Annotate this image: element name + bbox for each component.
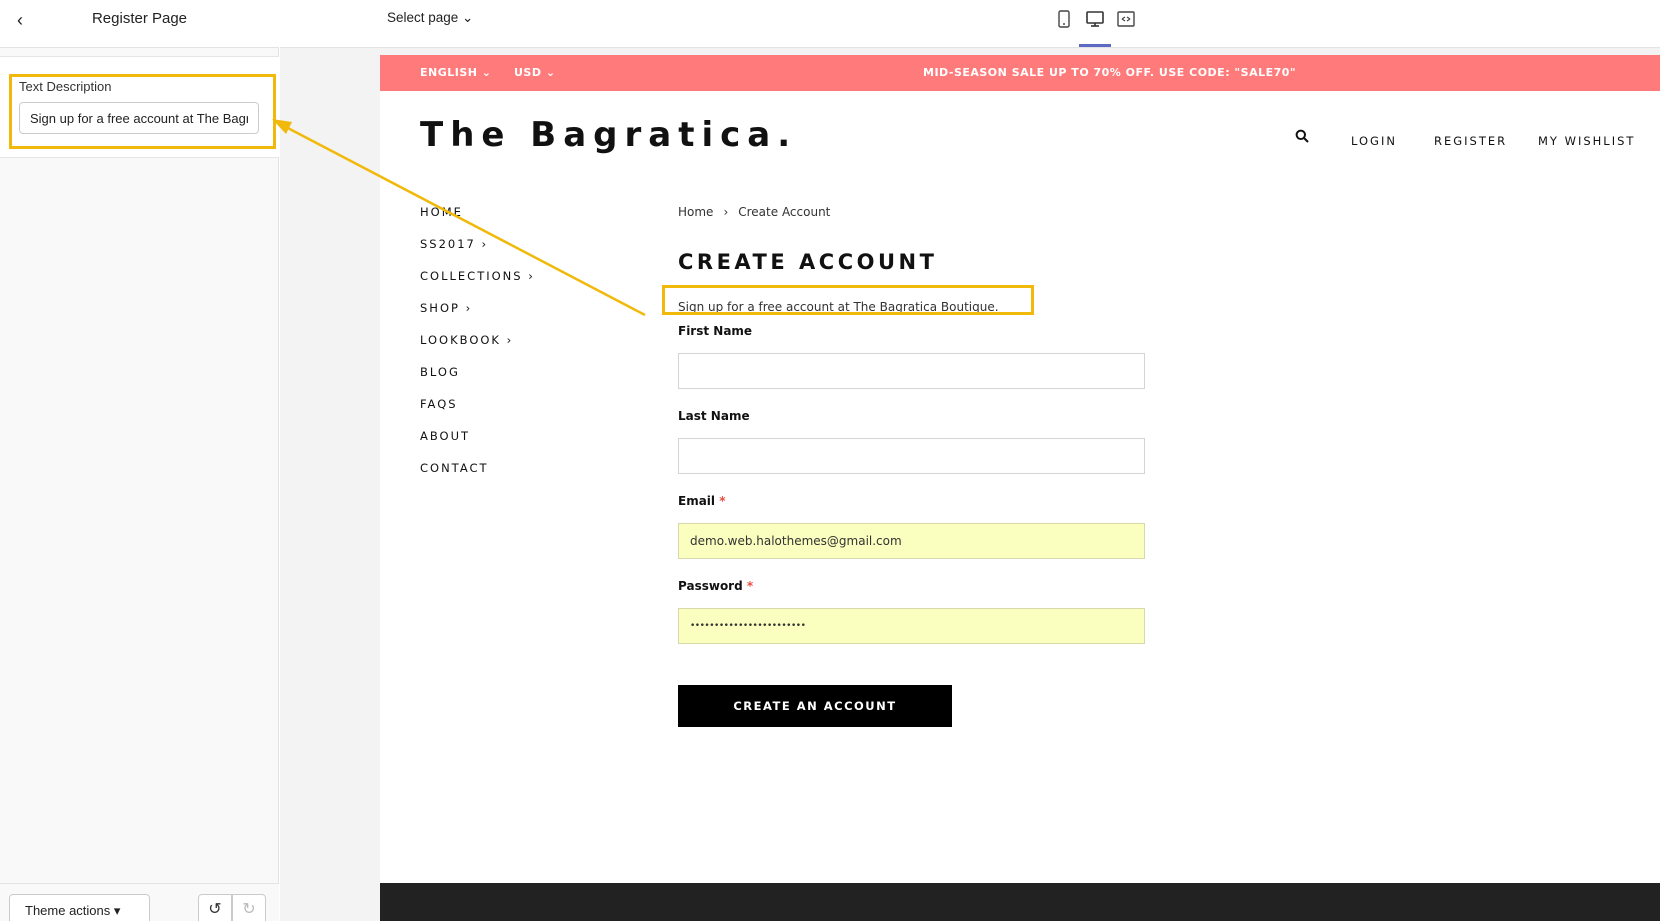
- fullscreen-icon[interactable]: [1115, 10, 1137, 32]
- active-device-indicator: [1079, 44, 1111, 47]
- theme-actions-button[interactable]: Theme actions ▾: [9, 894, 150, 921]
- password-field[interactable]: ••••••••••••••••••••••••: [678, 608, 1145, 644]
- search-icon[interactable]: [1295, 129, 1309, 148]
- breadcrumb-home[interactable]: Home: [678, 205, 713, 219]
- email-label: Email *: [678, 494, 726, 508]
- nav-item-home[interactable]: HOME: [420, 205, 463, 219]
- text-description-label: Text Description: [19, 79, 112, 94]
- breadcrumb: Home › Create Account: [678, 205, 830, 219]
- text-description-input[interactable]: [19, 102, 259, 134]
- announcement-message: MID-SEASON SALE UP TO 70% OFF. USE CODE:…: [923, 66, 1297, 79]
- sidebar-title: Register Page: [91, 10, 188, 27]
- undo-icon[interactable]: ↺: [198, 894, 232, 921]
- sidebar-header: ‹ Register Page: [0, 0, 279, 48]
- nav-item-faqs[interactable]: FAQS: [420, 397, 458, 411]
- nav-item-blog[interactable]: BLOG: [420, 365, 460, 379]
- password-label: Password *: [678, 579, 753, 593]
- login-link[interactable]: LOGIN: [1351, 134, 1397, 148]
- last-name-label: Last Name: [678, 409, 750, 423]
- create-account-button[interactable]: CREATE AN ACCOUNT: [678, 685, 952, 727]
- announcement-bar: ENGLISH ⌄ USD ⌄ MID-SEASON SALE UP TO 70…: [380, 55, 1660, 91]
- breadcrumb-current: Create Account: [738, 205, 831, 219]
- page-description: Sign up for a free account at The Bagrat…: [678, 300, 999, 314]
- store-logo[interactable]: The Bagratica.: [420, 115, 797, 155]
- register-link[interactable]: REGISTER: [1434, 134, 1507, 148]
- nav-item-lookbook[interactable]: LOOKBOOK ›: [420, 333, 513, 347]
- editor-topbar: Select page ⌄: [280, 0, 1660, 48]
- desktop-icon[interactable]: [1084, 10, 1106, 32]
- store-preview: ENGLISH ⌄ USD ⌄ MID-SEASON SALE UP TO 70…: [380, 55, 1660, 921]
- nav-item-ss2017[interactable]: SS2017 ›: [420, 237, 488, 251]
- wishlist-link[interactable]: MY WISHLIST: [1538, 134, 1635, 148]
- nav-item-contact[interactable]: CONTACT: [420, 461, 489, 475]
- redo-icon[interactable]: ↻: [232, 894, 266, 921]
- select-page-dropdown[interactable]: Select page ⌄: [387, 10, 473, 26]
- nav-item-collections[interactable]: COLLECTIONS ›: [420, 269, 535, 283]
- language-selector[interactable]: ENGLISH ⌄: [420, 66, 492, 79]
- nav-item-about[interactable]: ABOUT: [420, 429, 470, 443]
- editor-sidebar: ‹ Register Page Text Description Theme a…: [0, 0, 279, 921]
- email-label-text: Email: [678, 494, 716, 508]
- page-title: CREATE ACCOUNT: [678, 250, 938, 274]
- password-label-text: Password: [678, 579, 743, 593]
- first-name-field[interactable]: [678, 353, 1145, 389]
- text-description-section: Text Description: [0, 56, 279, 158]
- last-name-field[interactable]: [678, 438, 1145, 474]
- mobile-icon[interactable]: [1053, 10, 1075, 32]
- currency-selector[interactable]: USD ⌄: [514, 66, 556, 79]
- required-mark: *: [719, 494, 726, 508]
- required-mark: *: [746, 579, 754, 593]
- sidebar-footer: Theme actions ▾ ↺ ↻: [0, 883, 279, 921]
- nav-item-shop[interactable]: SHOP ›: [420, 301, 472, 315]
- breadcrumb-separator: ›: [723, 205, 729, 219]
- first-name-label: First Name: [678, 324, 753, 338]
- store-footer: [380, 883, 1660, 921]
- email-field[interactable]: demo.web.halothemes@gmail.com: [678, 523, 1145, 559]
